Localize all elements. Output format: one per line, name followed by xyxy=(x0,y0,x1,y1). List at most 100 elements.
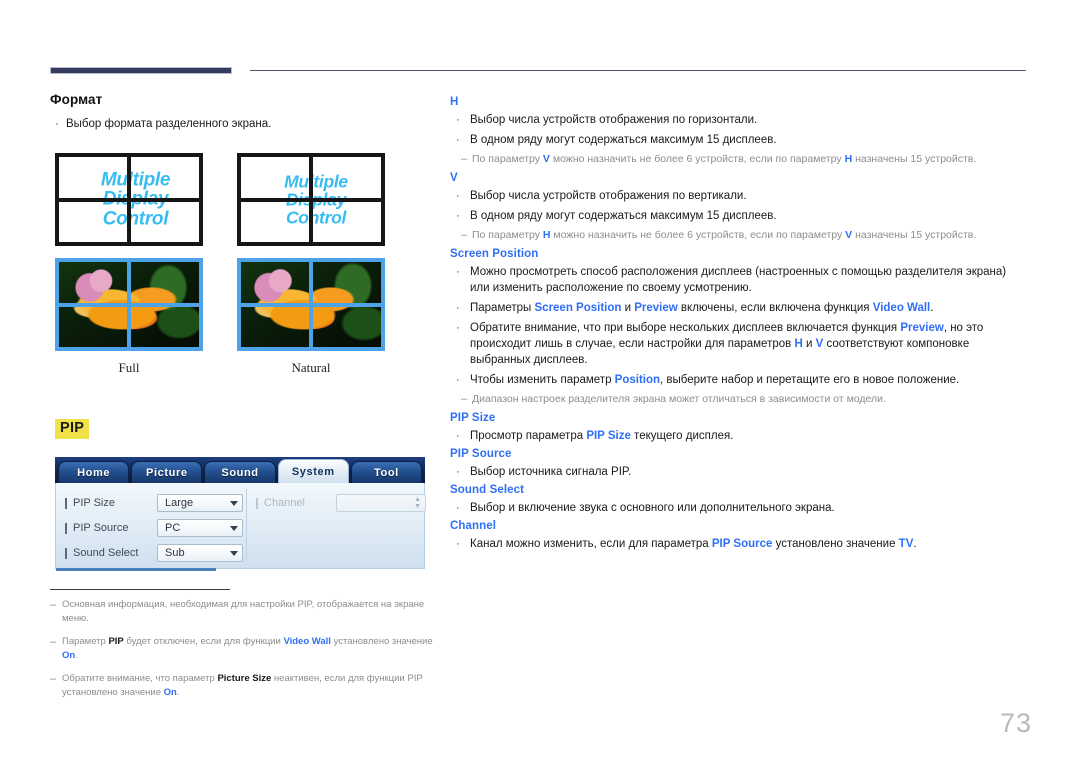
spinner-arrows-icon: ▲ ▼ xyxy=(414,496,421,510)
osd-progress-bar xyxy=(56,568,216,571)
highlight-term: H xyxy=(542,229,551,241)
highlight-term: On xyxy=(163,687,177,698)
highlight-term: PIP Size xyxy=(586,430,631,442)
subsection-heading: PIP Size xyxy=(450,412,496,424)
chevron-down-icon xyxy=(230,525,238,531)
pip-source-select[interactable]: PC xyxy=(157,519,243,537)
text-run: установлено значение xyxy=(330,636,433,647)
tab-system[interactable]: System xyxy=(277,459,349,483)
text-run: будет отключен, если для функции xyxy=(123,636,284,647)
text-run: Параметр xyxy=(62,636,109,647)
tab-sound[interactable]: Sound xyxy=(204,461,276,483)
footnote-dash-icon: – xyxy=(50,636,57,648)
display-example-full: Multiple Display Control Full xyxy=(55,153,203,376)
bullet-text: Параметры Screen Position и Preview вклю… xyxy=(470,300,1028,316)
note-item: – По параметру V можно назначить не более… xyxy=(450,152,1028,167)
bullet-dot-icon: · xyxy=(456,210,460,222)
osd-menu-screenshot: Home Picture Sound System Tool PIP Size … xyxy=(55,457,426,572)
text-run: Основная информация, необходимая для нас… xyxy=(62,599,425,624)
bullet-dot-icon: · xyxy=(55,118,59,130)
text-run: текущего дисплея. xyxy=(630,430,734,442)
text-run: . xyxy=(913,538,917,550)
osd-row-channel: Channel ▲ ▼ xyxy=(256,492,426,514)
bullet-item: · Выбор числа устройств отображения по го… xyxy=(450,112,1028,128)
pip-size-label: PIP Size xyxy=(65,497,157,509)
bullet-text: Канал можно изменить, если для параметра… xyxy=(470,536,1028,552)
bullet-item: · Выбор источника сигнала PIP. xyxy=(450,464,1028,480)
footnote-list: – Основная информация, необходимая для на… xyxy=(50,598,435,709)
tab-picture[interactable]: Picture xyxy=(131,461,203,483)
pip-size-select[interactable]: Large xyxy=(157,494,243,512)
bullet-text: Выбор источника сигнала PIP. xyxy=(470,464,1028,480)
text-run: Обратите внимание, что при выборе нескол… xyxy=(470,322,901,334)
osd-row-pip-source: PIP Source PC xyxy=(56,517,424,539)
bullet-item: · Обратите внимание, что при выборе неско… xyxy=(450,320,1028,368)
bezel-horizontal-icon xyxy=(241,197,381,202)
text-run: В одном ряду могут содержаться максимум … xyxy=(470,210,777,222)
chevron-down-icon xyxy=(230,550,238,556)
text-run: Просмотр параметра xyxy=(470,430,587,442)
text-run: . xyxy=(930,302,934,314)
osd-tab-bar: Home Picture Sound System Tool xyxy=(55,457,425,483)
tab-home[interactable]: Home xyxy=(58,461,130,483)
note-text: По параметру V можно назначить не более … xyxy=(472,152,1028,167)
pip-size-value: Large xyxy=(165,497,194,509)
pip-source-value: PC xyxy=(165,522,181,534)
page-title: Формат xyxy=(50,92,103,107)
display-format-illustrations: Multiple Display Control Full Multiple D… xyxy=(55,153,445,376)
format-bullet-text: Выбор формата разделенного экрана. xyxy=(66,118,272,130)
subsection-heading: V xyxy=(450,172,458,184)
bullet-dot-icon: · xyxy=(456,502,460,514)
text-run: Выбор источника сигнала PIP. xyxy=(470,466,632,478)
text-run: Выбор и включение звука с основного или … xyxy=(470,502,835,514)
bullet-text: Обратите внимание, что при выборе нескол… xyxy=(470,320,1028,368)
page-number: 73 xyxy=(999,708,1032,738)
sound-select-value: Sub xyxy=(165,547,185,559)
text-run: Диапазон настроек разделителя экрана мож… xyxy=(472,393,886,405)
bullet-dot-icon: · xyxy=(456,430,460,442)
pip-source-label: PIP Source xyxy=(65,522,157,534)
bullet-item: · Канал можно изменить, если для параметр… xyxy=(450,536,1028,552)
bullet-text: Чтобы изменить параметр Position, выбери… xyxy=(470,372,1028,388)
text-run: Обратите внимание, что параметр xyxy=(62,673,218,684)
highlight-term: Picture Size xyxy=(217,673,272,684)
photo-panel-natural xyxy=(237,258,385,351)
bullet-dot-icon: · xyxy=(456,266,460,278)
bullet-dot-icon: · xyxy=(456,374,460,386)
sound-select-select[interactable]: Sub xyxy=(157,544,243,562)
footnote-text: Обратите внимание, что параметр Picture … xyxy=(62,672,435,700)
bullet-item: · В одном ряду могут содержаться максимум… xyxy=(450,208,1028,224)
highlight-term: PIP xyxy=(108,636,124,647)
text-run: Параметры xyxy=(470,302,535,314)
text-run: По параметру xyxy=(472,229,543,241)
highlight-term: Preview xyxy=(634,302,678,314)
text-run: Выбор числа устройств отображения по гор… xyxy=(470,114,758,126)
highlight-term: Position xyxy=(614,374,661,386)
text-run: назначены 15 устройств. xyxy=(852,153,977,165)
chevron-down-icon xyxy=(230,500,238,506)
footnote-item: – Параметр PIP будет отключен, если для ф… xyxy=(50,635,435,663)
note-dash-icon: – xyxy=(461,153,468,165)
note-item: – По параметру H можно назначить не более… xyxy=(450,228,1028,243)
tab-tool[interactable]: Tool xyxy=(350,461,423,483)
footnote-text: Параметр PIP будет отключен, если для фу… xyxy=(62,635,435,663)
footnote-dash-icon: – xyxy=(50,599,57,611)
header-rule-line xyxy=(250,70,1026,71)
bezel-horizontal-icon xyxy=(59,302,199,307)
osd-body: PIP Size Large PIP Source PC Sound Selec… xyxy=(55,483,426,571)
text-run: , выберите набор и перетащите его в ново… xyxy=(660,374,960,386)
highlight-term: TV xyxy=(898,538,914,550)
highlight-term: On xyxy=(62,650,76,661)
bullet-text: Просмотр параметра PIP Size текущего дис… xyxy=(470,428,1028,444)
channel-stepper[interactable]: ▲ ▼ xyxy=(336,494,426,512)
highlight-term: Screen Position xyxy=(534,302,622,314)
highlight-term: Video Wall xyxy=(283,636,331,647)
subsection-heading: Sound Select xyxy=(450,484,525,496)
subsection-heading: Channel xyxy=(450,520,497,532)
note-text: Диапазон настроек разделителя экрана мож… xyxy=(472,392,1028,407)
text-run: Можно просмотреть способ расположения ди… xyxy=(470,266,1007,294)
bullet-dot-icon: · xyxy=(456,538,460,550)
display-label-full: Full xyxy=(118,360,140,375)
osd-row-sound-select: Sound Select Sub xyxy=(56,542,424,564)
bullet-text: Выбор и включение звука с основного или … xyxy=(470,500,1028,516)
